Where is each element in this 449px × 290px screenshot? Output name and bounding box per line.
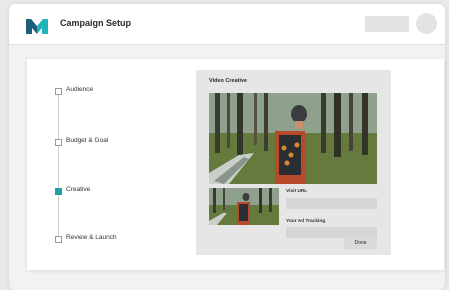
step-label: Review & Launch: [66, 234, 117, 241]
brand-logo-icon: [26, 19, 48, 34]
panel-title: Video Creative: [209, 78, 248, 84]
step-checkbox-active: [55, 188, 62, 195]
header-action-button[interactable]: [365, 16, 409, 32]
visit-url-label: Visit URL: [286, 189, 308, 194]
avatar[interactable]: [416, 13, 437, 34]
done-button[interactable]: Done: [344, 238, 377, 249]
forest-hiker-image: [209, 93, 377, 184]
app-window: Campaign Setup Audience Budget & Goal Cr…: [9, 4, 445, 290]
step-checkbox: [55, 236, 62, 243]
step-checkbox: [55, 139, 62, 146]
header: Campaign Setup: [9, 4, 445, 45]
step-label: Audience: [66, 86, 94, 93]
step-checkbox: [55, 88, 62, 95]
page-title: Campaign Setup: [60, 18, 132, 28]
step-label: Creative: [66, 186, 91, 193]
video-preview[interactable]: [209, 93, 377, 184]
visit-url-input[interactable]: [286, 198, 377, 209]
steps-connector-line: [58, 91, 59, 238]
thumbnail-image: [209, 188, 279, 225]
setup-card: Audience Budget & Goal Creative Review &…: [27, 59, 444, 270]
video-thumbnail[interactable]: [209, 188, 279, 225]
ad-tracking-label: Your Ad Tracking: [286, 219, 326, 224]
ad-tracking-input[interactable]: [286, 227, 377, 238]
step-label: Budget & Goal: [66, 137, 109, 144]
creative-panel: Video Creative Visit URL Your Ad Trackin…: [196, 70, 391, 255]
